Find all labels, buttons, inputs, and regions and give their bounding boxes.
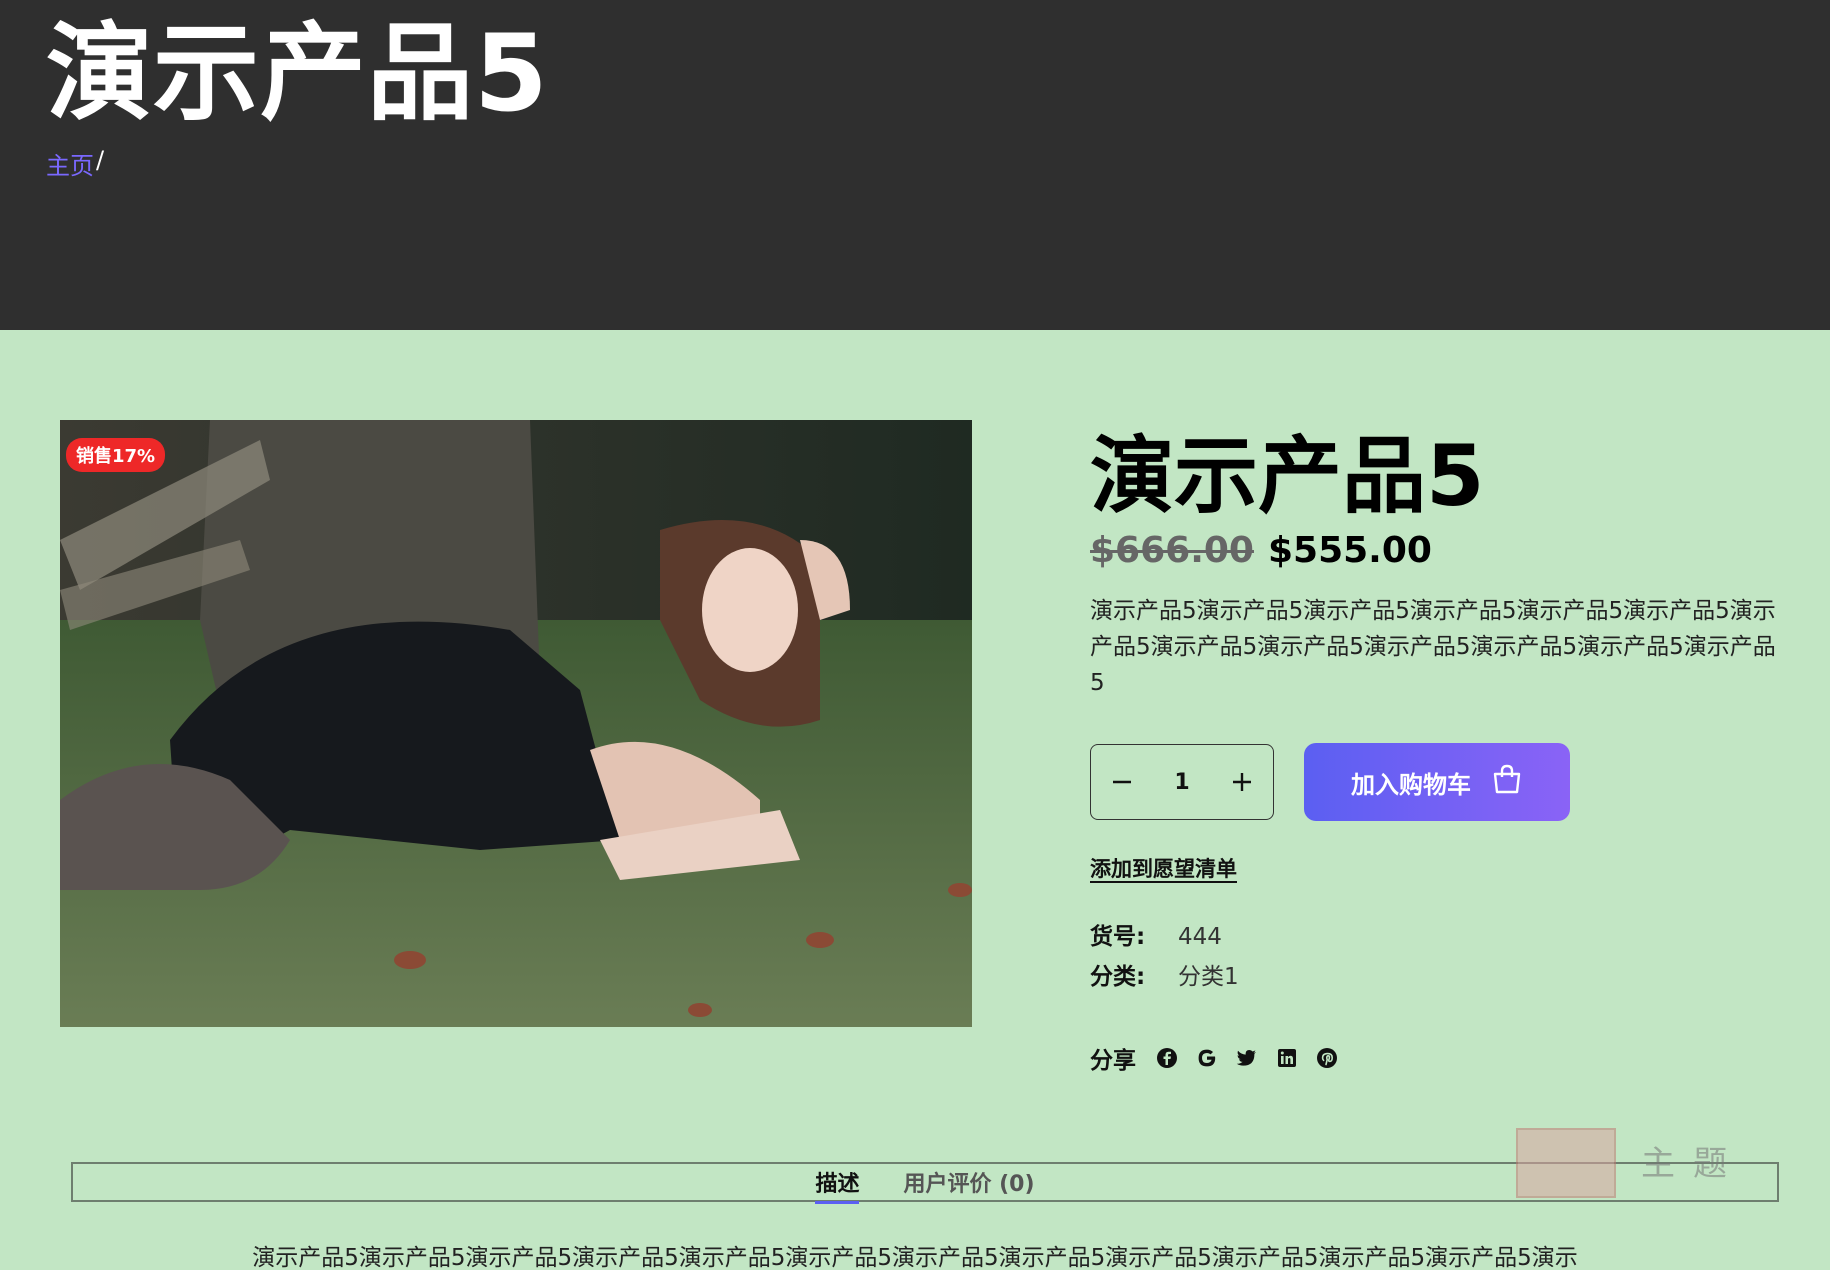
plus-icon[interactable] (1225, 765, 1259, 799)
sale-price: $555.00 (1267, 530, 1432, 572)
add-to-cart-button[interactable]: 加入购物车 (1304, 743, 1570, 822)
short-description: 演示产品5演示产品5演示产品5演示产品5演示产品5演示产品5演示产品5演示产品5… (1090, 598, 1776, 697)
sale-badge: 销售17% (66, 438, 166, 472)
product-image[interactable]: 销售17% (60, 420, 972, 1027)
minus-icon[interactable] (1105, 765, 1139, 799)
google-icon[interactable] (1196, 1047, 1218, 1069)
add-to-cart-label: 加入购物车 (1351, 770, 1471, 799)
category-link[interactable]: 分类1 (1178, 957, 1239, 997)
watermark-text: 主题 (1641, 1144, 1745, 1184)
sku-value: 444 (1178, 924, 1222, 951)
price: $666.00 $555.00 (1090, 530, 1790, 571)
facebook-icon[interactable] (1156, 1047, 1178, 1069)
pinterest-icon[interactable] (1316, 1047, 1338, 1069)
linkedin-icon[interactable] (1276, 1047, 1298, 1069)
quantity-stepper[interactable]: 1 (1090, 744, 1274, 821)
breadcrumb-separator: / (96, 146, 105, 174)
product-title: 演示产品5 (1090, 427, 1485, 525)
twitter-icon[interactable] (1236, 1047, 1258, 1069)
sku-row: 货号: 444 (1090, 917, 1790, 957)
category-row: 分类: 分类1 (1090, 957, 1790, 997)
product-summary: 演示产品5 $666.00 $555.00 演示产品5演示产品5演示产品5演示产… (1090, 430, 1790, 1075)
share-label: 分享 (1090, 1048, 1136, 1075)
sku-label: 货号: (1090, 924, 1146, 951)
breadcrumb-home-link[interactable]: 主页 (46, 146, 94, 181)
regular-price: $666.00 (1090, 530, 1254, 572)
product-photo (60, 420, 972, 1027)
shopping-bag-icon (1491, 763, 1523, 801)
page-header: 演示产品5 主页 / (0, 0, 1830, 330)
page-title: 演示产品5 (46, 12, 549, 135)
breadcrumb: 主页 / (46, 146, 104, 181)
watermark-seal (1516, 1128, 1616, 1198)
share-links: 分享 (1090, 1041, 1790, 1075)
product-meta: 货号: 444 分类: 分类1 (1090, 917, 1790, 997)
add-to-cart-form: 1 加入购物车 (1090, 743, 1790, 822)
quantity-value[interactable]: 1 (1174, 770, 1189, 795)
category-label: 分类: (1090, 964, 1146, 991)
description-text: 演示产品5演示产品5演示产品5演示产品5演示产品5演示产品5演示产品5演示产品5… (252, 1245, 1578, 1270)
tab-description[interactable]: 描述 (815, 1166, 860, 1204)
tab-reviews[interactable]: 用户评价 (0) (903, 1166, 1034, 1198)
add-to-wishlist-link[interactable]: 添加到愿望清单 (1090, 853, 1237, 883)
watermark: 主题 (1516, 1128, 1746, 1198)
